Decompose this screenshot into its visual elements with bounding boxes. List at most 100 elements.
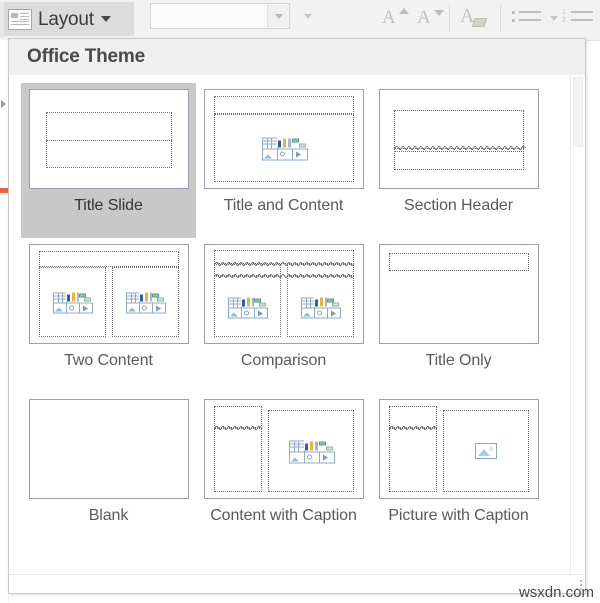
insert-smartart-icon [254,297,266,306]
layout-item-title-and-content[interactable]: Title and Content [196,83,371,238]
layout-row: Title Slide Title and Content Section He… [21,83,571,238]
insert-chart-icon [276,137,291,148]
content-placeholder-right [286,276,354,337]
app-root: Layout A A A 1 2 Office Theme Title Slid… [0,0,600,603]
layout-button-label: Layout [38,8,94,30]
content-placeholder-left [213,276,281,337]
font-size-combo-chevron-down-icon[interactable] [296,3,322,29]
wavy-divider-icon [393,146,526,150]
layout-item-label: Comparison [240,352,327,369]
layout-thumbnail [28,244,189,344]
layout-row: Two Content Comparison Title Only [21,238,571,393]
content-placeholder-right [111,267,179,337]
bullet-dot-icon [512,11,515,14]
picture-placeholder [442,410,529,492]
content-placeholder [213,114,354,182]
subtitle-divider [45,140,172,141]
insert-online-picture-icon [241,307,255,318]
content-icons-cluster [126,292,166,314]
layout-item-label: Section Header [404,197,513,214]
layout-item-label: Two Content [64,352,153,369]
layout-thumbnail [378,244,539,344]
text-placeholder [213,428,262,492]
increase-font-size-button[interactable]: A [380,6,410,32]
chevron-down-icon[interactable] [100,16,111,22]
text-placeholder [393,148,524,170]
layout-thumbnail [203,89,364,189]
layout-item-section-header[interactable]: Section Header [371,83,546,238]
layout-item-title-only[interactable]: Title Only [371,238,546,393]
gallery-vertical-scrollbar[interactable] [570,75,585,575]
gallery-header: Office Theme [9,39,585,75]
text-placeholder [388,428,437,492]
layout-item-content-with-caption[interactable]: Content with Caption [196,393,371,548]
insert-video-icon [318,451,335,464]
insert-picture-icon [301,307,315,318]
title-placeholder [213,406,262,428]
insert-picture-icon [228,307,242,318]
numbered-list-button[interactable]: 1 2 [562,8,600,30]
content-placeholder-left [38,267,106,337]
insert-smartart-icon [318,440,333,451]
down-arrow-icon [434,10,444,16]
layout-thumbnail [28,89,189,189]
layout-item-label: Title and Content [223,197,344,214]
wavy-divider-icon [213,426,262,430]
increase-font-size-icon: A [382,7,396,28]
font-combo-box[interactable] [150,3,290,29]
layout-item-label: Title Slide [74,197,143,214]
accent-marker [0,188,8,193]
title-placeholder [38,251,179,267]
insert-video-icon [79,302,93,314]
layout-button[interactable]: Layout [4,2,134,36]
insert-smartart-icon [79,292,91,302]
insert-video-icon [152,302,166,314]
title-placeholder [388,406,437,428]
insert-picture-icon [261,148,278,161]
insert-chart-icon [303,440,318,451]
layout-thumbnail [378,399,539,499]
layout-item-comparison[interactable]: Comparison [196,238,371,393]
layout-item-label: Blank [88,507,129,524]
font-combo-chevron-down-icon[interactable] [267,4,289,28]
content-icons-cluster [53,292,93,314]
bullets-chevron-down-icon[interactable] [550,16,558,21]
insert-smartart-icon [291,137,306,148]
bullet-line-icon [519,19,541,21]
insert-online-picture-icon [139,302,153,314]
layout-item-two-content[interactable]: Two Content [21,238,196,393]
layout-item-blank[interactable]: Blank [21,393,196,548]
insert-online-picture-icon [303,451,320,464]
layout-thumbnail [203,399,364,499]
wavy-divider-icon [213,262,354,266]
insert-picture-icon [474,443,497,459]
title-placeholder [213,96,354,114]
title-placeholder [388,253,529,271]
insert-online-picture-icon [66,302,80,314]
layout-item-title-slide[interactable]: Title Slide [21,83,196,238]
toolbar-separator [449,4,450,32]
wavy-divider-icon [388,426,437,430]
scrollbar-thumb[interactable] [573,77,583,147]
layout-thumbnail [28,399,189,499]
layout-gallery-dropdown: Office Theme Title Slide Title and Conte… [8,38,586,594]
layout-thumbnail [378,89,539,189]
decrease-font-size-icon: A [417,7,431,28]
ribbon-toolbar: Layout A A A 1 2 [0,0,600,41]
insert-picture-icon [53,302,67,314]
numbered-list-digit: 1 [562,9,566,16]
eraser-icon [471,18,488,27]
insert-picture-icon [126,302,140,314]
toolbar-separator [500,4,501,32]
clear-formatting-button[interactable]: A [460,6,492,32]
insert-video-icon [254,307,268,318]
layout-item-picture-with-caption[interactable]: Picture with Caption [371,393,546,548]
insert-smartart-icon [327,297,339,306]
content-icons-cluster [228,297,268,318]
numbered-list-digit: 2 [562,17,566,24]
layout-thumbnail [203,244,364,344]
content-icons-cluster [288,440,335,464]
insert-chart-icon [66,292,78,302]
bullet-list-button[interactable] [510,8,550,30]
decrease-font-size-button[interactable]: A [415,6,445,32]
